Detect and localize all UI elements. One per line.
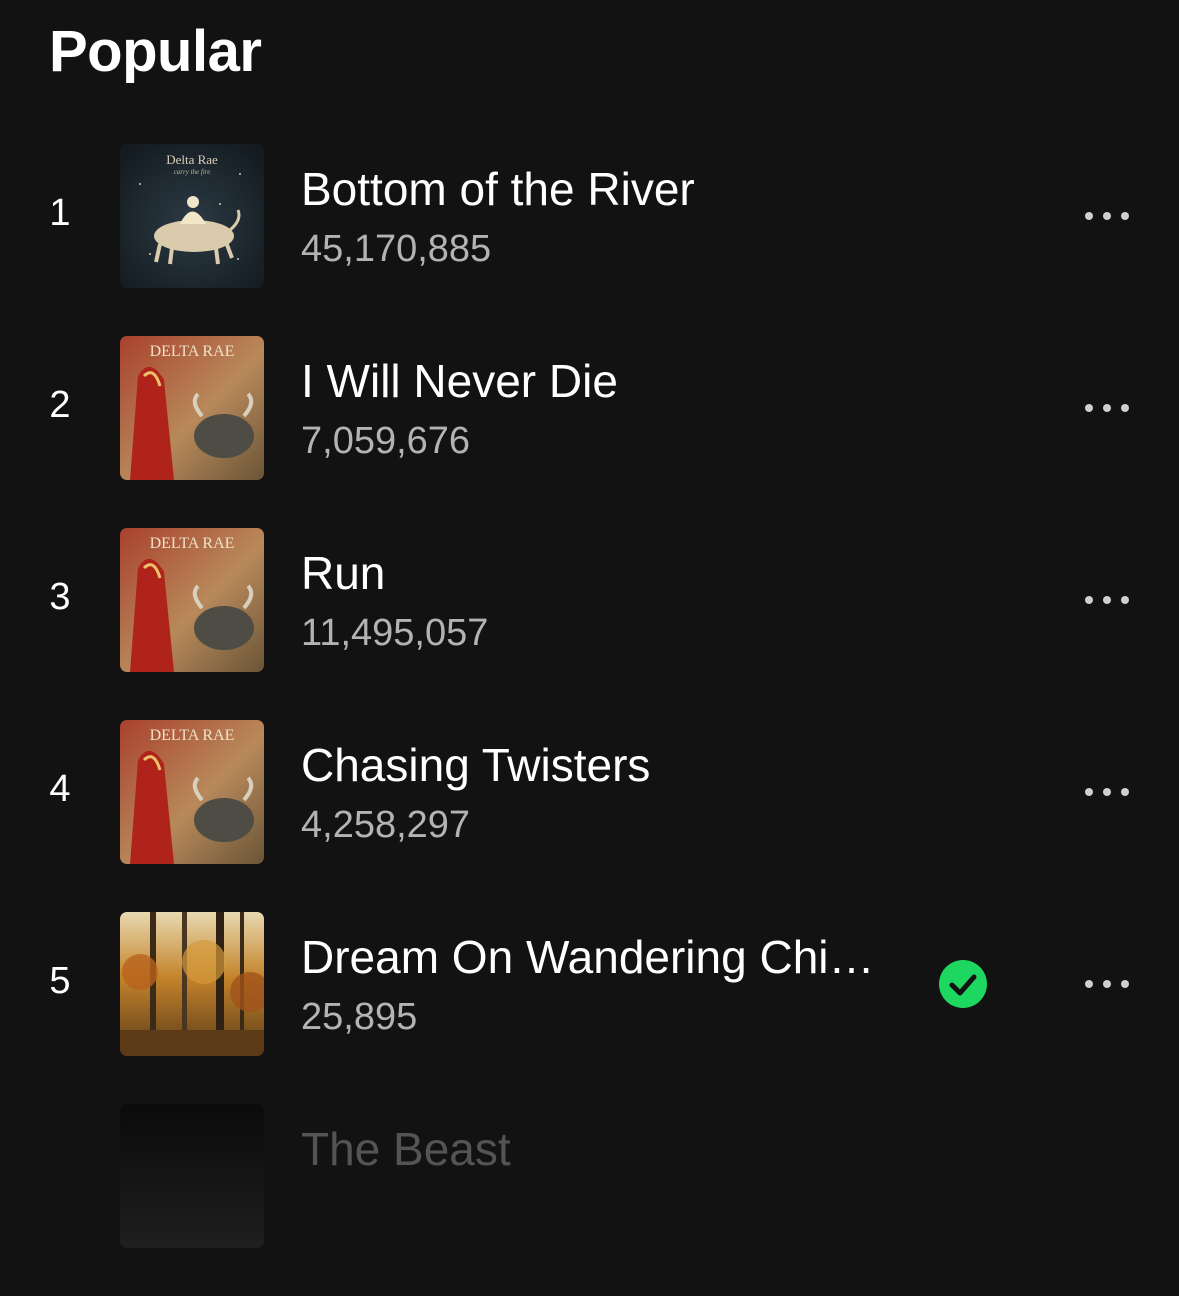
play-count: 25,895 — [301, 996, 418, 1038]
svg-text:carry the fire: carry the fire — [174, 168, 211, 176]
track-list: 1 Delta Rae carry the fire Bottom of the… — [0, 144, 1179, 1296]
more-horizontal-icon[interactable] — [1076, 388, 1138, 428]
more-horizontal-icon[interactable] — [1076, 580, 1138, 620]
track-title: Dream On Wandering Chi… — [301, 931, 875, 983]
track-title: Run — [301, 547, 386, 599]
check-circle-icon[interactable] — [939, 960, 987, 1008]
album-cover: DELTA RAE — [120, 528, 264, 672]
svg-text:DELTA RAE: DELTA RAE — [150, 727, 235, 744]
track-row[interactable]: 5 Dream On Wandering Chi… 25,895 — [0, 912, 1179, 1056]
svg-text:Delta Rae: Delta Rae — [166, 152, 218, 167]
track-row[interactable]: 2 DELTA RAE I Will Never Die 7,059,676 — [0, 336, 1179, 480]
track-rank: 3 — [49, 576, 71, 618]
play-count: 45,170,885 — [301, 228, 492, 270]
play-count: 7,059,676 — [301, 420, 471, 462]
album-cover: DELTA RAE — [120, 720, 264, 864]
svg-text:DELTA RAE: DELTA RAE — [150, 535, 235, 552]
track-title: I Will Never Die — [301, 355, 618, 407]
album-cover: Delta Rae carry the fire — [120, 144, 264, 288]
more-horizontal-icon[interactable] — [1076, 964, 1138, 1004]
play-count: 11,495,057 — [301, 612, 489, 654]
more-horizontal-icon[interactable] — [1076, 196, 1138, 236]
section-title: Popular — [49, 19, 262, 84]
track-rank: 1 — [49, 192, 71, 234]
track-rank: 2 — [49, 384, 71, 426]
play-count: 4,258,297 — [301, 804, 471, 846]
album-cover — [120, 1104, 264, 1248]
more-horizontal-icon[interactable] — [1076, 772, 1138, 812]
album-cover — [120, 912, 264, 1056]
track-row[interactable]: The Beast — [0, 1104, 1179, 1248]
track-row[interactable]: 3 DELTA RAE Run 11,495,057 — [0, 528, 1179, 672]
track-rank: 4 — [49, 768, 71, 810]
album-cover: DELTA RAE — [120, 336, 264, 480]
track-title: Chasing Twisters — [301, 739, 651, 791]
svg-text:DELTA RAE: DELTA RAE — [150, 343, 235, 360]
track-row[interactable]: 1 Delta Rae carry the fire Bottom of the… — [0, 144, 1179, 288]
track-row[interactable]: 4 DELTA RAE Chasing Twisters 4,258,297 — [0, 720, 1179, 864]
track-title: The Beast — [301, 1123, 511, 1175]
track-title: Bottom of the River — [301, 163, 695, 215]
track-rank: 5 — [49, 960, 71, 1002]
